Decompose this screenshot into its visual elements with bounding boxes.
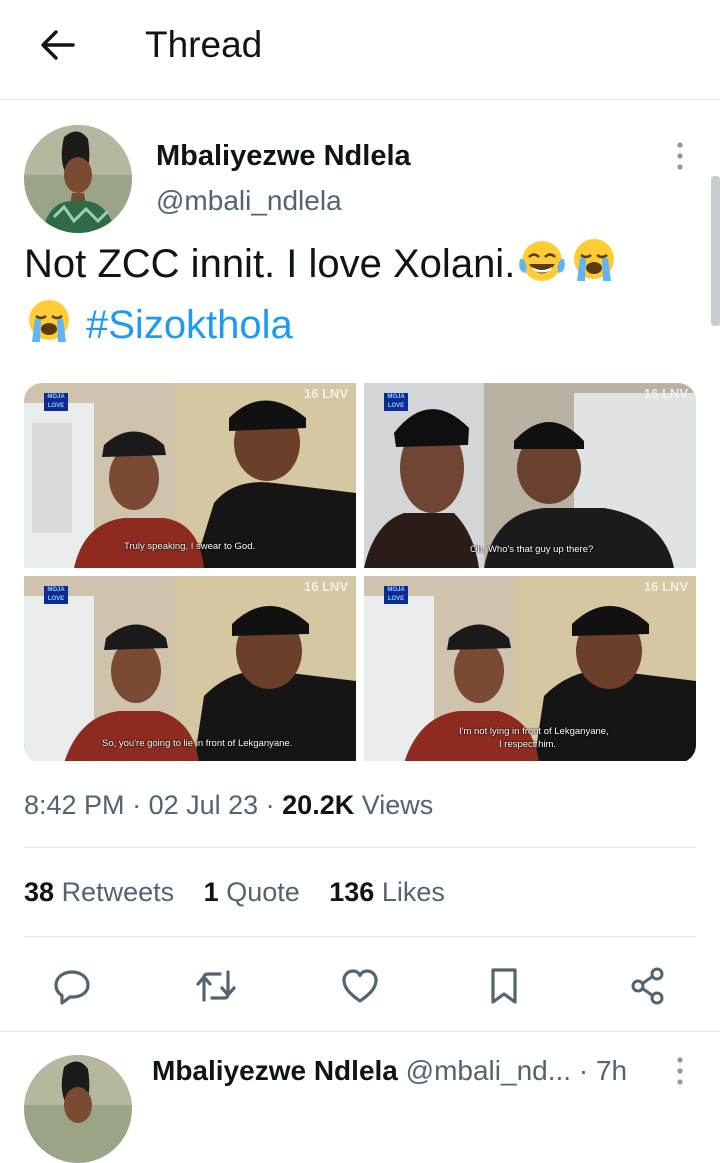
top-bar (0, 0, 720, 100)
share-icon (631, 967, 664, 1005)
views-label: Views (361, 790, 434, 820)
divider (24, 847, 696, 848)
tweet-meta: 8:42 PM · 02 Jul 23 · 20.2K Views (24, 790, 434, 820)
reply-avatar[interactable] (24, 1055, 132, 1163)
tweet-time[interactable]: 8:42 PM (24, 790, 125, 820)
channel-logo: MOJA LOVE (384, 393, 408, 411)
like-button[interactable] (336, 962, 384, 1010)
more-options-button[interactable] (668, 140, 692, 174)
retweets-label: Retweets (61, 877, 175, 907)
quotes-count: 1 (203, 877, 219, 907)
subtitle-caption: Truly speaking, I swear to God. (124, 541, 256, 552)
like-icon (342, 969, 378, 1003)
scrollbar[interactable] (711, 176, 720, 326)
channel-logo: MOJA LOVE (384, 586, 408, 604)
subtitle-caption-line2: I respect him. (499, 739, 557, 750)
quotes-stat[interactable]: 1 Quote (204, 877, 300, 907)
media-image-2[interactable]: MOJA LOVE 16 LNV Oh. Who's that guy up t… (364, 383, 696, 568)
reply-more-options-button[interactable] (668, 1055, 692, 1087)
media-image-4[interactable]: MOJA LOVE 16 LNV I'm not lying in front … (364, 576, 696, 761)
channel-logo: MOJA LOVE (44, 586, 68, 604)
channel-logo: MOJA LOVE (44, 393, 68, 411)
bookmark-icon (491, 968, 517, 1004)
media-image-1[interactable]: MOJA LOVE 16 LNV Truly speaking, I swear… (24, 383, 356, 568)
divider (24, 936, 696, 937)
retweets-stat[interactable]: 38 Retweets (24, 877, 174, 907)
reply-icon (54, 970, 90, 1005)
author-name[interactable]: Mbaliyezwe Ndlela (156, 138, 411, 174)
avatar[interactable] (24, 125, 132, 233)
watermark: 16 LNV (303, 386, 348, 401)
subtitle-caption: I'm not lying in front of Lekganyane, (459, 726, 609, 737)
likes-stat[interactable]: 136 Likes (329, 877, 445, 907)
more-vertical-icon (677, 142, 683, 170)
loudly-crying-emoji-icon (569, 237, 619, 298)
watermark: 16 LNV (643, 386, 688, 401)
watermark: 16 LNV (643, 579, 688, 594)
subtitle-caption: So, you're going to lie in front of Lekg… (102, 738, 293, 749)
loudly-crying-emoji-icon (24, 298, 74, 359)
retweet-icon (196, 970, 236, 1002)
page-title: Thread (145, 24, 263, 65)
reply-header: Mbaliyezwe Ndlela @mbali_nd... · 7h (152, 1055, 628, 1086)
engagement-stats: 38 Retweets 1 Quote 136 Likes (24, 874, 467, 910)
hashtag-link[interactable]: #Sizokthola (86, 303, 293, 347)
retweets-count: 38 (24, 877, 55, 907)
likes-label: Likes (381, 877, 445, 907)
tweet-body: Not ZCC innit. I love Xolani. (24, 242, 516, 286)
media-grid: MOJA LOVE 16 LNV Truly speaking, I swear… (24, 383, 696, 763)
bookmark-button[interactable] (480, 962, 528, 1010)
author-handle[interactable]: @mbali_ndlela (156, 184, 342, 218)
share-button[interactable] (624, 962, 672, 1010)
tweet-date[interactable]: 02 Jul 23 (149, 790, 259, 820)
reply-author-name[interactable]: Mbaliyezwe Ndlela (152, 1055, 398, 1086)
reply-time[interactable]: 7h (596, 1055, 627, 1086)
media-image-3[interactable]: MOJA LOVE 16 LNV So, you're going to lie… (24, 576, 356, 761)
section-separator (0, 1031, 720, 1032)
views-count: 20.2K (282, 790, 355, 820)
reply-button[interactable] (48, 962, 96, 1010)
likes-count: 136 (329, 877, 375, 907)
arrow-left-icon (41, 30, 75, 60)
more-vertical-icon (677, 1057, 683, 1085)
quotes-label: Quote (226, 877, 300, 907)
watermark: 16 LNV (303, 579, 348, 594)
laughing-crying-emoji-icon (517, 237, 567, 298)
subtitle-caption: Oh. Who's that guy up there? (470, 544, 594, 555)
back-button[interactable] (34, 24, 80, 66)
tweet-text: Not ZCC innit. I love Xolani. #Sizokthol… (24, 237, 696, 359)
reply-author-handle[interactable]: @mbali_nd... (406, 1055, 571, 1086)
retweet-button[interactable] (192, 962, 240, 1010)
